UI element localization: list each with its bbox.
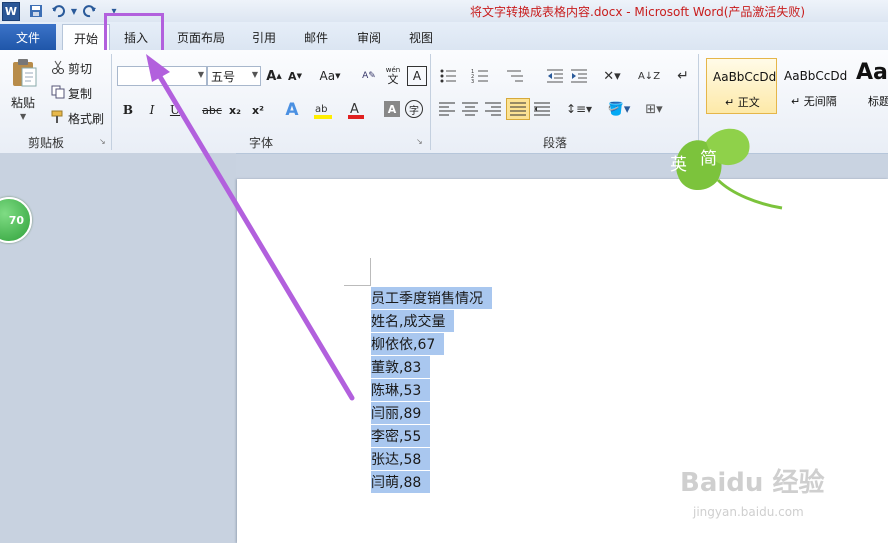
line-spacing-icon[interactable]: ↕≡▾: [566, 100, 592, 118]
logo-text-1: 英: [670, 155, 687, 175]
logo-text-2: 简: [700, 149, 717, 169]
undo-dropdown-icon[interactable]: ▼: [66, 3, 82, 19]
tab-file[interactable]: 文件: [0, 24, 56, 50]
style-sample: Aa: [856, 60, 888, 85]
paste-button[interactable]: 粘贴: [11, 94, 35, 111]
baidu-watermark-url: jingyan.baidu.com: [693, 505, 804, 519]
margin-marker: [344, 285, 371, 286]
font-launcher-icon[interactable]: ↘: [416, 137, 423, 146]
copy-button[interactable]: 复制: [68, 85, 92, 102]
document-line[interactable]: 闫丽,89: [371, 402, 431, 424]
svg-text:ab: ab: [315, 104, 327, 115]
document-line[interactable]: 员工季度销售情况: [371, 287, 492, 309]
style-sample: AaBbCcDd: [713, 70, 777, 84]
style-name: 标题: [868, 95, 888, 108]
tab-review[interactable]: 审阅: [349, 24, 389, 50]
scissors-icon: [51, 60, 65, 74]
svg-text:A: A: [350, 102, 359, 117]
align-left-icon[interactable]: [438, 101, 456, 117]
style-name: ↵ 无间隔: [791, 95, 837, 108]
font-size-combo[interactable]: 五号 ▼: [207, 66, 261, 86]
change-case-glyph: Aa: [319, 69, 336, 83]
clear-formatting-icon[interactable]: A✎: [359, 66, 379, 86]
paragraph-group-label: 段落: [543, 136, 568, 150]
save-icon[interactable]: [28, 3, 44, 19]
left-gutter: [0, 153, 236, 543]
svg-text:3: 3: [471, 79, 474, 84]
show-formatting-marks-icon[interactable]: ↵: [674, 66, 692, 86]
ginkgo-logo: 英 简: [660, 124, 786, 212]
style-sample: AaBbCcDd: [784, 69, 848, 83]
tab-page-layout[interactable]: 页面布局: [170, 24, 232, 50]
enclose-characters-icon[interactable]: 字: [405, 100, 423, 118]
font-size-value: 五号: [211, 69, 236, 84]
document-line[interactable]: 董敦,83: [371, 356, 431, 378]
copy-icon: [51, 85, 65, 99]
cut-button[interactable]: 剪切: [68, 60, 92, 77]
increase-indent-icon[interactable]: [569, 67, 589, 85]
numbering-icon[interactable]: 123: [470, 67, 490, 85]
document-line[interactable]: 陈琳,53: [371, 379, 431, 401]
font-group-label: 字体: [249, 136, 274, 150]
bullets-icon[interactable]: [438, 67, 458, 85]
asian-layout-icon[interactable]: ✕▾: [600, 66, 624, 86]
borders-icon[interactable]: ⊞▾: [640, 100, 668, 118]
font-color-icon[interactable]: A: [346, 99, 366, 121]
font-name-combo[interactable]: ▼: [117, 66, 207, 86]
align-center-icon[interactable]: [461, 101, 479, 117]
document-line[interactable]: 李密,55: [371, 425, 431, 447]
superscript-button[interactable]: x²: [249, 100, 267, 120]
window-title: 将文字转换成表格内容.docx - Microsoft Word(产品激活失败): [470, 5, 806, 19]
sort-icon[interactable]: A↓Z: [638, 66, 660, 86]
grow-font-glyph: A: [266, 68, 277, 84]
highlight-color-icon[interactable]: ab: [312, 99, 334, 121]
clipboard-group-label: 剪贴板: [28, 136, 65, 150]
tab-home[interactable]: 开始: [62, 24, 110, 52]
clipboard-launcher-icon[interactable]: ↘: [99, 137, 106, 146]
shrink-font-button[interactable]: A ▼: [287, 67, 303, 85]
word-app-icon[interactable]: W: [2, 2, 20, 21]
style-normal[interactable]: AaBbCcDd ↵ 正文: [706, 58, 777, 114]
style-no-spacing[interactable]: AaBbCcDd ↵ 无间隔: [779, 58, 850, 114]
baidu-watermark: Baidu 经验: [680, 468, 825, 498]
char-border-icon[interactable]: A: [407, 66, 427, 86]
grow-font-button[interactable]: A ▲: [266, 67, 282, 85]
italic-button[interactable]: I: [143, 100, 161, 120]
separator: [111, 54, 112, 150]
distributed-icon[interactable]: [533, 101, 551, 117]
document-line[interactable]: 张达,58: [371, 448, 431, 470]
style-name: ↵ 正文: [725, 96, 760, 109]
undo-icon[interactable]: [50, 3, 66, 19]
subscript-button[interactable]: x₂: [226, 100, 244, 120]
shrink-font-glyph: A: [288, 69, 297, 83]
document-line[interactable]: 柳依依,67: [371, 333, 445, 355]
change-case-button[interactable]: Aa ▼: [318, 67, 342, 85]
document-line[interactable]: 姓名,成交量: [371, 310, 455, 332]
paste-dropdown-icon[interactable]: ▼: [20, 112, 26, 121]
decrease-indent-icon[interactable]: [545, 67, 565, 85]
style-heading[interactable]: Aa 标题: [852, 58, 888, 114]
phonetic-guide-icon[interactable]: wén 文: [383, 65, 403, 87]
tab-view[interactable]: 视图: [401, 24, 441, 50]
multilevel-list-icon[interactable]: [505, 67, 525, 85]
chevron-down-icon: ▼: [197, 70, 204, 79]
format-painter-button[interactable]: 格式刷: [68, 110, 104, 127]
format-painter-icon: [51, 110, 65, 124]
justify-icon[interactable]: [506, 98, 530, 120]
redo-icon[interactable]: [82, 3, 98, 19]
char-shading-icon[interactable]: A: [384, 101, 400, 117]
align-right-icon[interactable]: [484, 101, 502, 117]
tab-references[interactable]: 引用: [244, 24, 284, 50]
chevron-down-icon: ▼: [251, 70, 258, 79]
document-line[interactable]: 闫萌,88: [371, 471, 431, 493]
text-effects-icon[interactable]: A: [282, 99, 302, 121]
bold-button[interactable]: B: [119, 100, 137, 120]
separator: [430, 54, 431, 150]
paste-icon[interactable]: [9, 58, 39, 88]
strikethrough-button[interactable]: abc: [200, 100, 224, 120]
shading-icon[interactable]: 🪣▾: [605, 99, 633, 119]
underline-button[interactable]: U: [166, 100, 184, 120]
margin-marker: [370, 258, 371, 286]
tab-mailings[interactable]: 邮件: [296, 24, 336, 50]
